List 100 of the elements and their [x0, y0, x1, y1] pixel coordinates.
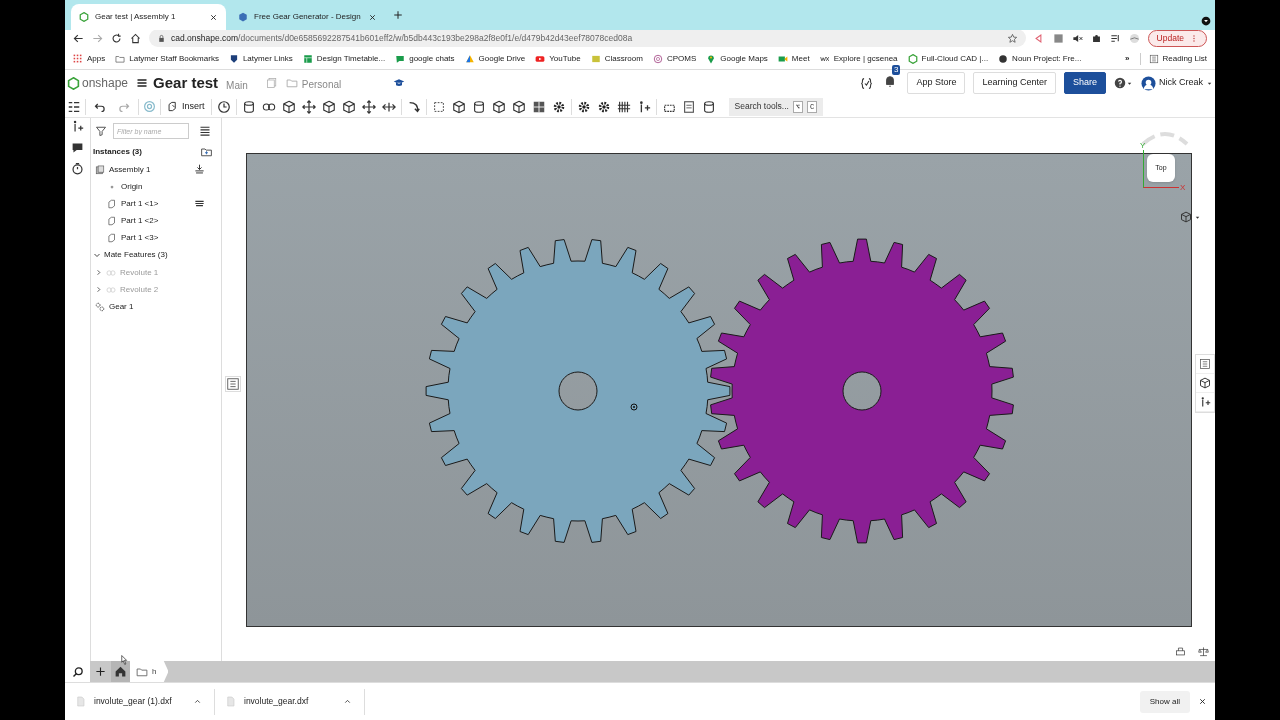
bookmark-link[interactable]: Meet	[791, 52, 810, 65]
move-icon[interactable]	[301, 99, 316, 114]
user-name[interactable]: Nick Creak	[1159, 76, 1203, 90]
tree-item[interactable]: Assembly 1	[109, 163, 151, 176]
back-icon[interactable]	[73, 32, 84, 44]
search-parts-icon[interactable]	[71, 665, 84, 678]
bookmark-link[interactable]: google chats	[409, 52, 455, 65]
show-all-button[interactable]: Show all	[1139, 690, 1190, 713]
bookmark-link[interactable]: CPOMS	[666, 52, 697, 65]
grid-icon[interactable]	[616, 99, 631, 114]
feature-list-icon[interactable]	[67, 99, 81, 114]
cylinder-icon[interactable]	[701, 99, 716, 114]
cube-icon[interactable]	[321, 99, 336, 114]
logo-text[interactable]: onshape	[82, 74, 129, 92]
ground-plane-icon[interactable]	[194, 164, 205, 175]
star-icon[interactable]	[1006, 32, 1018, 44]
section-header[interactable]: Mate Features (3)	[104, 249, 168, 261]
outline-toggle-icon[interactable]	[226, 377, 240, 391]
bookmark-link[interactable]: Explore | gcsenea	[833, 52, 898, 65]
scale-icon[interactable]	[1198, 646, 1209, 657]
list-view-icon[interactable]	[199, 125, 211, 137]
cube-icon[interactable]	[1199, 377, 1211, 389]
filter-icon[interactable]	[95, 125, 107, 137]
help-icon[interactable]	[1114, 77, 1126, 89]
menu-icon[interactable]	[136, 77, 149, 89]
add-folder-icon[interactable]	[200, 146, 213, 158]
share-icon[interactable]	[1033, 32, 1045, 44]
graduation-cap-icon[interactable]	[393, 77, 406, 89]
dropdown-icon[interactable]	[1201, 16, 1211, 26]
cube-icon[interactable]	[491, 99, 506, 114]
add-icon[interactable]	[95, 666, 106, 677]
home-icon[interactable]	[114, 665, 127, 678]
comment-icon[interactable]	[71, 141, 84, 154]
printer-icon[interactable]	[1175, 646, 1186, 657]
header-button[interactable]: App Store	[907, 72, 966, 94]
connector-icon[interactable]	[1199, 396, 1211, 408]
tree-item[interactable]: Origin	[121, 180, 143, 193]
cube-icon[interactable]	[451, 99, 466, 114]
download-item[interactable]: involute_gear (1).dxf	[65, 688, 215, 715]
hexagon-icon	[79, 12, 89, 22]
bookmark-link[interactable]: YouTube	[549, 52, 581, 65]
chevron-up-icon[interactable]	[193, 697, 202, 706]
close-icon[interactable]	[368, 12, 377, 22]
download-item[interactable]: involute_gear.dxf	[215, 688, 365, 715]
cube-icon[interactable]	[281, 99, 296, 114]
playlist-icon[interactable]	[1109, 32, 1121, 44]
cylinder-icon[interactable]	[241, 99, 256, 114]
share-button[interactable]: Share	[1063, 72, 1106, 94]
view-cube-icon[interactable]	[1180, 211, 1192, 223]
gear-icon[interactable]	[551, 99, 566, 114]
document-title: Gear test	[153, 72, 219, 93]
document-icon[interactable]	[681, 99, 696, 114]
browser-tab[interactable]: Free Gear Generator - Design	[230, 4, 385, 30]
tree-item[interactable]: Gear 1	[109, 300, 134, 313]
tree-item[interactable]: Part 1 <1>	[121, 197, 159, 210]
breadcrumb-tab[interactable]: h	[130, 661, 169, 682]
bookmark-link[interactable]: Google Drive	[478, 52, 526, 65]
browser-tab[interactable]: Gear test | Assembly 1	[71, 4, 226, 30]
move-icon[interactable]	[361, 99, 376, 114]
extension-icon[interactable]	[1052, 32, 1064, 44]
caret-icon[interactable]	[1194, 214, 1201, 221]
bookmark-link[interactable]: Design Timetable...	[316, 52, 386, 65]
tree-item[interactable]: Part 1 <3>	[121, 231, 159, 244]
reload-icon[interactable]	[111, 32, 122, 44]
insert-button[interactable]: Insert	[165, 99, 207, 114]
new-tab-icon[interactable]	[393, 10, 403, 20]
bookmark-link[interactable]: Apps	[87, 52, 106, 65]
header-button[interactable]: Learning Center	[973, 72, 1056, 94]
clock-icon[interactable]	[216, 99, 231, 114]
close-icon[interactable]	[1198, 697, 1207, 706]
bookmark-link[interactable]: Noun Project: Fre...	[1012, 52, 1082, 65]
profile-icon[interactable]	[1128, 32, 1140, 44]
panel-icon[interactable]	[531, 99, 546, 114]
avatar-icon[interactable]	[1141, 75, 1156, 91]
puzzle-icon[interactable]	[1090, 32, 1102, 44]
stopwatch-icon[interactable]	[71, 162, 84, 175]
gear-icon[interactable]	[576, 99, 591, 114]
play-icon	[535, 53, 546, 64]
home-icon[interactable]	[130, 32, 141, 44]
bookmark-link[interactable]: Latymer Staff Bookmarks	[129, 52, 219, 65]
close-icon[interactable]	[209, 12, 218, 22]
add-mate-icon[interactable]	[71, 120, 84, 133]
chevron-up-icon[interactable]	[343, 697, 352, 706]
frame-icon[interactable]	[431, 99, 446, 114]
reading-list-link[interactable]: Reading List	[1162, 52, 1207, 65]
bookmark-link[interactable]: Full-Cloud CAD |...	[921, 52, 989, 65]
pointer-cursor-icon	[118, 654, 130, 666]
gear-icon[interactable]	[596, 99, 611, 114]
properties-icon[interactable]	[1199, 358, 1211, 370]
cube-icon[interactable]	[511, 99, 526, 114]
cylinder-icon[interactable]	[471, 99, 486, 114]
cube-icon[interactable]	[341, 99, 356, 114]
bookmark-link[interactable]: Classroom	[604, 52, 643, 65]
variables-icon[interactable]	[860, 76, 874, 90]
folder-link[interactable]: Personal	[301, 77, 342, 92]
tree-item[interactable]: Part 1 <2>	[121, 214, 159, 227]
overflow-chevron[interactable]: »	[1125, 52, 1130, 65]
bookmark-link[interactable]: Latymer Links	[242, 52, 293, 65]
section-header[interactable]: Instances (3)	[93, 146, 142, 158]
bookmark-link[interactable]: Google Maps	[720, 52, 768, 65]
